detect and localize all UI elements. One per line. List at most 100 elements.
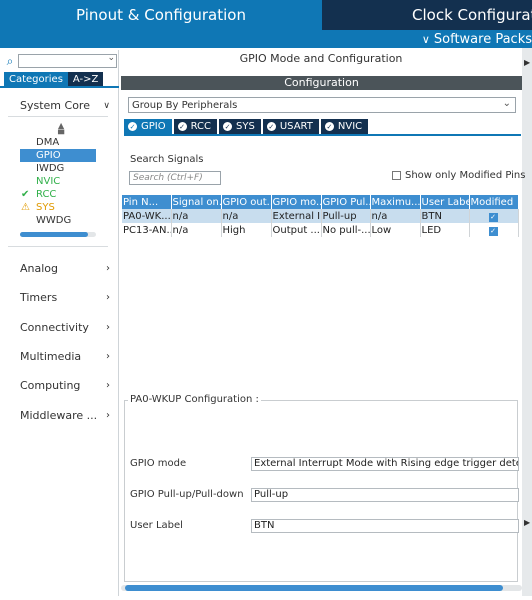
divider (8, 116, 108, 117)
chevron-right-icon: › (106, 263, 110, 274)
table-cell: High (221, 223, 272, 237)
column-header-modified[interactable]: Modified (469, 195, 519, 209)
chevron-down-icon: ∨ (103, 100, 110, 111)
section-label: Analog (20, 262, 59, 275)
table-cell: No pull-... (321, 223, 371, 237)
table-cell: n/a (171, 209, 222, 223)
modified-checkbox[interactable]: ✓ (488, 212, 498, 222)
tab-clock-configuration[interactable]: Clock Configuration (322, 0, 532, 30)
warning-icon: ⚠ (21, 202, 30, 213)
column-header-signal[interactable]: Signal on... (171, 195, 222, 209)
gpio-mode-label: GPIO mode (130, 458, 187, 469)
section-middleware[interactable]: Middleware ... › (20, 409, 110, 422)
page-title: GPIO Mode and Configuration (239, 52, 403, 65)
modified-checkbox[interactable]: ✓ (488, 226, 498, 236)
group-by-select[interactable]: Group By Peripherals ⌄ (128, 97, 516, 113)
table-cell: n/a (221, 209, 272, 223)
horizontal-scrollbar[interactable] (121, 585, 522, 591)
search-signals-input[interactable]: Search (Ctrl+F) (129, 171, 221, 185)
gpio-mode-select[interactable]: External Interrupt Mode with Rising edge… (251, 457, 519, 471)
section-label: Middleware ... (20, 409, 98, 422)
pin-signal-table: Pin N... Signal on... GPIO out... GPIO m… (122, 195, 519, 237)
section-timers[interactable]: Timers › (20, 291, 110, 304)
tab-usart[interactable]: ✓ USART (262, 119, 319, 134)
tab-gpio[interactable]: ✓ GPIO (124, 119, 172, 134)
sidebar-item-label: GPIO (36, 150, 61, 161)
section-analog[interactable]: Analog › (20, 262, 110, 275)
left-scrollbar[interactable] (20, 232, 96, 237)
tab-sys[interactable]: ✓ SYS (219, 119, 261, 134)
sidebar-item-label: DMA (36, 137, 60, 148)
sidebar-item-sys[interactable]: ⚠ SYS (20, 201, 96, 214)
sidebar-item-rcc[interactable]: ✔ RCC (20, 188, 96, 201)
tab-label: RCC (190, 121, 212, 132)
category-search: ⌕ ⌄ (2, 53, 117, 69)
scrollbar-thumb[interactable] (20, 232, 88, 237)
column-header-user-label[interactable]: User Label (420, 195, 470, 209)
table-cell: LED (420, 223, 470, 237)
category-search-input[interactable]: ⌄ (18, 53, 117, 68)
tab-underline (124, 134, 521, 136)
check-circle-icon: ✓ (324, 122, 334, 131)
sidebar-item-dma[interactable]: DMA (20, 136, 96, 149)
section-label: Multimedia (20, 350, 82, 363)
sidebar-item-iwdg[interactable]: IWDG (20, 162, 96, 175)
gpio-pull-label: GPIO Pull-up/Pull-down (130, 489, 244, 500)
tab-nvic[interactable]: ✓ NVIC (320, 119, 369, 134)
column-header-gpio-pull[interactable]: GPIO Pul... (321, 195, 371, 209)
sidebar-item-label: NVIC (36, 176, 61, 187)
table-cell: Output ... (271, 223, 322, 237)
chevron-right-icon: › (106, 351, 110, 362)
table-row[interactable]: PA0-WK... n/a n/a External I... Pull-up … (122, 209, 519, 223)
column-header-gpio-mode[interactable]: GPIO mo... (271, 195, 322, 209)
chevron-down-icon[interactable]: ⌄ (107, 53, 115, 63)
search-signals-label: Search Signals (130, 154, 204, 165)
column-header-gpio-output[interactable]: GPIO out... (221, 195, 272, 209)
table-cell: Pull-up (321, 209, 371, 223)
chevron-right-icon: › (106, 380, 110, 391)
chevron-down-icon: ⌄ (502, 98, 511, 109)
section-connectivity[interactable]: Connectivity › (20, 321, 110, 334)
sidebar-item-label: SYS (36, 202, 55, 213)
tab-clock-label: Clock Configuration (412, 6, 532, 24)
checkbox-box[interactable] (392, 171, 401, 180)
column-header-pin[interactable]: Pin N... (122, 195, 172, 209)
gpio-pull-select[interactable]: Pull-up (251, 488, 519, 502)
sidebar-item-nvic[interactable]: NVIC (20, 175, 96, 188)
user-label-input[interactable]: BTN (251, 519, 519, 533)
checkbox-label: Show only Modified Pins (405, 170, 526, 181)
tab-pinout-label: Pinout & Configuration (76, 6, 246, 24)
checkmark-icon: ✔ (21, 189, 30, 200)
show-only-modified-checkbox[interactable]: Show only Modified Pins (392, 170, 525, 181)
column-header-maximum[interactable]: Maximu... (370, 195, 421, 209)
tab-a-to-z[interactable]: A->Z (67, 72, 104, 86)
search-icon: ⌕ (6, 53, 14, 68)
scrollbar-thumb[interactable] (125, 585, 503, 591)
table-cell: BTN (420, 209, 470, 223)
section-system-core[interactable]: System Core ∨ (20, 99, 110, 112)
collapse-icon[interactable]: ▶ (524, 58, 530, 67)
table-row[interactable]: PC13-AN... n/a High Output ... No pull-.… (122, 223, 519, 237)
software-packs-label: Software Packs (433, 31, 532, 47)
check-circle-icon: ✓ (266, 122, 276, 131)
sidebar-item-gpio[interactable]: GPIO (20, 149, 96, 162)
chevron-down-icon: ∨ (421, 32, 430, 46)
table-header-row: Pin N... Signal on... GPIO out... GPIO m… (122, 195, 519, 209)
tab-rcc[interactable]: ✓ RCC (173, 119, 218, 134)
tab-categories[interactable]: Categories (4, 72, 68, 86)
software-packs-menu[interactable]: ∨ Software Packs (422, 30, 532, 48)
category-view-tabs: Categories A->Z (4, 72, 104, 86)
table-cell: External I... (271, 209, 322, 223)
section-label: Connectivity (20, 321, 89, 334)
sidebar-item-wwdg[interactable]: WWDG (20, 214, 96, 227)
section-computing[interactable]: Computing › (20, 379, 110, 392)
chevron-right-icon: › (106, 292, 110, 303)
check-circle-icon: ✓ (128, 122, 137, 131)
collapse-icon[interactable]: ▶ (524, 518, 530, 527)
tab-underline (0, 86, 119, 88)
tab-pinout-configuration[interactable]: Pinout & Configuration (0, 0, 322, 30)
user-label-label: User Label (130, 520, 183, 531)
section-label: System Core (20, 99, 90, 112)
section-multimedia[interactable]: Multimedia › (20, 350, 110, 363)
right-collapse-strip[interactable]: ▶ ▶ (522, 48, 532, 596)
